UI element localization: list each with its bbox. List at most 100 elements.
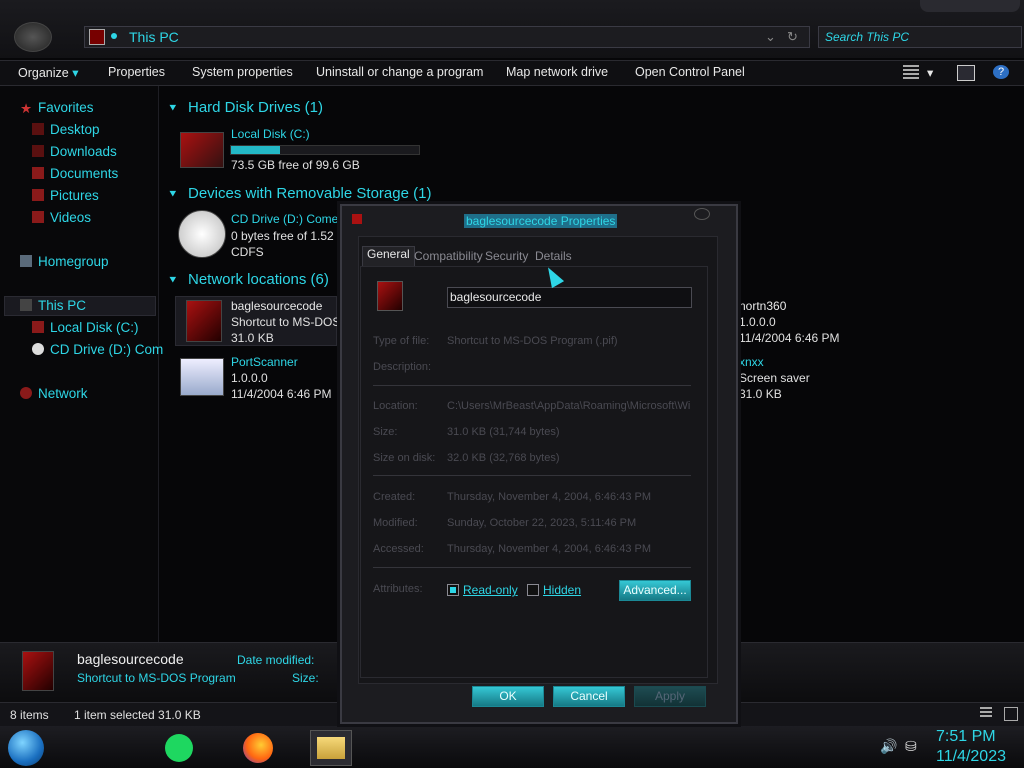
hard-drive-icon (180, 132, 224, 168)
sidebar-item-favorites[interactable]: ★ Favorites (20, 100, 94, 116)
sidebar-item-label: Documents (50, 166, 119, 181)
readonly-label[interactable]: Read-only (463, 583, 518, 597)
map-network-drive-button[interactable]: Map network drive (506, 65, 608, 79)
modified-label: Modified: (373, 517, 418, 529)
refresh-icon[interactable]: ↻ (787, 29, 798, 45)
advanced-button[interactable]: Advanced... (619, 580, 691, 601)
system-properties-button[interactable]: System properties (192, 65, 293, 79)
help-icon[interactable]: ? (993, 65, 1009, 79)
item-name[interactable]: xnxx (739, 355, 764, 369)
sidebar-item-label: Local Disk (C:) (50, 320, 139, 335)
properties-button[interactable]: Properties (108, 65, 165, 79)
chevron-down-icon[interactable]: ▾ (927, 65, 933, 80)
type-label: Type of file: (373, 335, 430, 347)
cancel-button[interactable]: Cancel (553, 686, 625, 707)
titlebar-decoration (920, 0, 1020, 12)
computer-icon (20, 299, 32, 311)
drive-icon (32, 321, 44, 333)
divider (373, 475, 691, 476)
hidden-checkbox[interactable] (527, 584, 539, 596)
firefox-icon[interactable] (243, 733, 273, 763)
sidebar-item-label: Homegroup (38, 254, 109, 269)
sidebar-item-label: Pictures (50, 188, 99, 203)
group-header-network[interactable]: ⯆ Network locations (6) (168, 271, 329, 288)
tab-security[interactable]: Security (481, 249, 532, 265)
sidebar-item-documents[interactable]: Documents (32, 166, 118, 181)
group-header-hdd[interactable]: ⯆ Hard Disk Drives (1) (168, 99, 323, 116)
item-free-space: 73.5 GB free of 99.6 GB (231, 158, 360, 172)
sidebar-item-this-pc[interactable]: This PC (20, 298, 86, 313)
start-button[interactable] (8, 730, 44, 766)
sidebar-item-network[interactable]: Network (20, 386, 88, 401)
sidebar-item-homegroup[interactable]: Homegroup (20, 254, 109, 269)
msdos-shortcut-icon (186, 300, 222, 342)
tab-general[interactable]: General (362, 246, 415, 267)
details-view-icon[interactable] (980, 707, 992, 719)
open-control-panel-button[interactable]: Open Control Panel (635, 65, 745, 79)
hidden-label[interactable]: Hidden (543, 583, 581, 597)
sidebar-item-cd-drive[interactable]: CD Drive (D:) Com (32, 342, 163, 357)
item-name[interactable]: CD Drive (D:) Come (231, 212, 338, 226)
item-name[interactable]: baglesourcecode (231, 299, 322, 313)
clock-time[interactable]: 7:51 PM (936, 728, 996, 746)
sidebar-item-pictures[interactable]: Pictures (32, 188, 99, 203)
network-tray-icon[interactable]: ⛁ (905, 738, 917, 755)
window-titlebar: This PC ⌄ ↻ Search This PC (0, 0, 1024, 58)
address-bar[interactable]: This PC ⌄ ↻ (84, 26, 810, 48)
item-type: Shortcut to MS-DOS (231, 315, 341, 329)
large-icons-view-icon[interactable] (1004, 707, 1018, 721)
sidebar-item-videos[interactable]: Videos (32, 210, 91, 225)
sidebar-item-desktop[interactable]: Desktop (32, 122, 100, 137)
created-value: Thursday, November 4, 2004, 6:46:43 PM (447, 491, 652, 503)
filename-input[interactable]: baglesourcecode (447, 287, 692, 308)
view-options-icon[interactable] (903, 65, 919, 79)
clock-date[interactable]: 11/4/2023 (936, 748, 1006, 766)
volume-icon[interactable]: 🔊 (880, 738, 897, 755)
group-label: Devices with Removable Storage (1) (188, 185, 432, 202)
location-label: Location: (373, 400, 418, 412)
sidebar-item-label: Videos (50, 210, 92, 225)
breadcrumb-separator-icon (111, 33, 117, 39)
organize-button[interactable]: Organize ▾ (18, 65, 79, 80)
size-on-disk-value: 32.0 KB (32,768 bytes) (447, 452, 560, 464)
item-name[interactable]: PortScanner (231, 355, 298, 369)
organize-label: Organize (18, 66, 69, 80)
accessed-label: Accessed: (373, 543, 424, 555)
description-label: Description: (373, 361, 432, 373)
uninstall-button[interactable]: Uninstall or change a program (316, 65, 483, 79)
close-icon[interactable] (694, 208, 710, 220)
chevron-down-icon[interactable]: ⌄ (765, 29, 776, 45)
spotify-icon[interactable] (165, 734, 193, 762)
sidebar-item-label: Desktop (50, 122, 100, 137)
computer-icon (89, 29, 105, 45)
group-label: Network locations (6) (188, 271, 329, 288)
readonly-checkbox[interactable] (447, 584, 459, 596)
msdos-shortcut-icon (377, 281, 403, 311)
filename-value: baglesourcecode (450, 290, 542, 304)
item-size: 31.0 KB (739, 387, 782, 401)
created-label: Created: (373, 491, 416, 503)
preview-pane-icon[interactable] (957, 65, 975, 81)
item-name[interactable]: Local Disk (C:) (231, 127, 310, 141)
chevron-down-icon: ⯆ (168, 187, 178, 201)
dialog-title: baglesourcecode Properties (464, 214, 618, 228)
apply-button[interactable]: Apply (634, 686, 706, 707)
divider (373, 385, 691, 386)
command-bar: Organize ▾ Properties System properties … (0, 60, 1024, 86)
sidebar-item-local-disk[interactable]: Local Disk (C:) (32, 320, 139, 335)
downloads-icon (32, 145, 44, 157)
back-button[interactable] (14, 22, 52, 52)
file-explorer-taskbar-button[interactable] (310, 730, 352, 766)
search-input[interactable]: Search This PC (818, 26, 1022, 48)
search-placeholder: Search This PC (825, 30, 910, 44)
tab-details[interactable]: Details (531, 249, 576, 265)
sidebar-item-downloads[interactable]: Downloads (32, 144, 117, 159)
ok-button[interactable]: OK (472, 686, 544, 707)
tab-compatibility[interactable]: Compatibility (410, 249, 487, 265)
item-name[interactable]: nortn360 (739, 299, 786, 313)
group-header-removable[interactable]: ⯆ Devices with Removable Storage (1) (168, 185, 431, 202)
disk-usage-fill (231, 146, 280, 154)
homegroup-icon (20, 255, 32, 267)
cd-drive-icon (178, 210, 226, 258)
group-label: Hard Disk Drives (1) (188, 99, 324, 116)
